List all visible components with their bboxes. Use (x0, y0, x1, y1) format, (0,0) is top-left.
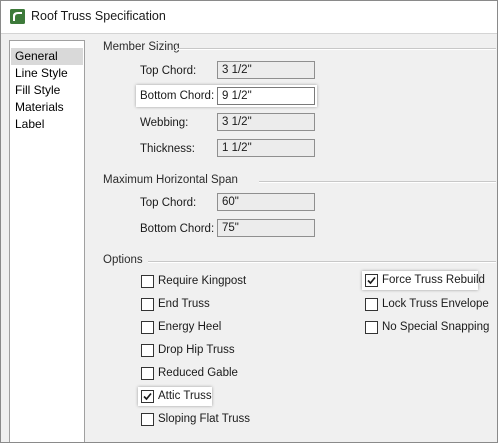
reduced-gable-label: Reduced Gable (158, 367, 238, 379)
end-truss-label: End Truss (158, 298, 210, 310)
title-bar[interactable]: Roof Truss Specification (1, 1, 497, 34)
thickness-label: Thickness: (140, 143, 195, 155)
nav-item-label[interactable]: Label (11, 116, 83, 133)
member-bottom-chord-input[interactable]: 9 1/2" (217, 87, 315, 105)
roof-truss-dialog: Roof Truss Specification General Line St… (0, 0, 498, 443)
nav-item-fill-style[interactable]: Fill Style (11, 82, 83, 99)
force-truss-rebuild-label: Force Truss Rebuild (382, 274, 485, 286)
max-span-divider (259, 181, 496, 183)
member-top-chord-input[interactable]: 3 1/2" (217, 61, 315, 79)
member-bottom-chord-label: Bottom Chord: (140, 90, 215, 102)
lock-truss-envelope-option[interactable]: Lock Truss Envelope (365, 296, 489, 313)
chief-architect-icon (10, 9, 25, 24)
span-bottom-chord-input[interactable]: 75" (217, 219, 315, 237)
webbing-label: Webbing: (140, 117, 189, 129)
energy-heel-option[interactable]: Energy Heel (141, 319, 231, 336)
attic-truss-checkbox[interactable] (141, 390, 154, 403)
drop-hip-truss-checkbox[interactable] (141, 344, 154, 357)
require-kingpost-option[interactable]: Require Kingpost (141, 273, 251, 290)
end-truss-option[interactable]: End Truss (141, 296, 221, 313)
sloping-flat-truss-checkbox[interactable] (141, 413, 154, 426)
member-sizing-divider (176, 48, 496, 50)
drop-hip-truss-option[interactable]: Drop Hip Truss (141, 342, 241, 359)
drop-hip-truss-label: Drop Hip Truss (158, 344, 235, 356)
end-truss-checkbox[interactable] (141, 298, 154, 311)
span-bottom-chord-label: Bottom Chord: (140, 223, 215, 235)
checkmark-icon (143, 392, 152, 401)
force-truss-rebuild-option[interactable]: Force Truss Rebuild (362, 271, 485, 290)
member-top-chord-label: Top Chord: (140, 65, 197, 77)
lock-truss-envelope-checkbox[interactable] (365, 298, 378, 311)
nav-item-line-style[interactable]: Line Style (11, 65, 83, 82)
options-title: Options (103, 254, 143, 266)
no-special-snapping-checkbox[interactable] (365, 321, 378, 334)
require-kingpost-checkbox[interactable] (141, 275, 154, 288)
lock-truss-envelope-label: Lock Truss Envelope (382, 298, 489, 310)
force-truss-rebuild-checkbox[interactable] (365, 274, 378, 287)
energy-heel-label: Energy Heel (158, 321, 222, 333)
checkmark-icon (367, 276, 376, 285)
sloping-flat-truss-option[interactable]: Sloping Flat Truss (141, 411, 251, 428)
sloping-flat-truss-label: Sloping Flat Truss (158, 413, 251, 425)
nav-item-general[interactable]: General (11, 48, 83, 65)
window-title: Roof Truss Specification (31, 9, 166, 23)
attic-truss-option[interactable]: Attic Truss (138, 387, 212, 406)
span-top-chord-input[interactable]: 60" (217, 193, 315, 211)
member-sizing-title: Member Sizing (103, 41, 180, 53)
nav-item-materials[interactable]: Materials (11, 99, 83, 116)
attic-truss-label: Attic Truss (158, 390, 212, 402)
span-top-chord-label: Top Chord: (140, 197, 197, 209)
energy-heel-checkbox[interactable] (141, 321, 154, 334)
options-divider (148, 261, 496, 263)
dialog-content: General Line Style Fill Style Materials … (1, 34, 497, 442)
reduced-gable-checkbox[interactable] (141, 367, 154, 380)
webbing-input[interactable]: 3 1/2" (217, 113, 315, 131)
reduced-gable-option[interactable]: Reduced Gable (141, 365, 241, 382)
category-list[interactable]: General Line Style Fill Style Materials … (9, 40, 85, 442)
no-special-snapping-label: No Special Snapping (382, 321, 490, 333)
max-span-title: Maximum Horizontal Span (103, 174, 238, 186)
require-kingpost-label: Require Kingpost (158, 275, 247, 287)
thickness-input[interactable]: 1 1/2" (217, 139, 315, 157)
no-special-snapping-option[interactable]: No Special Snapping (365, 319, 489, 336)
